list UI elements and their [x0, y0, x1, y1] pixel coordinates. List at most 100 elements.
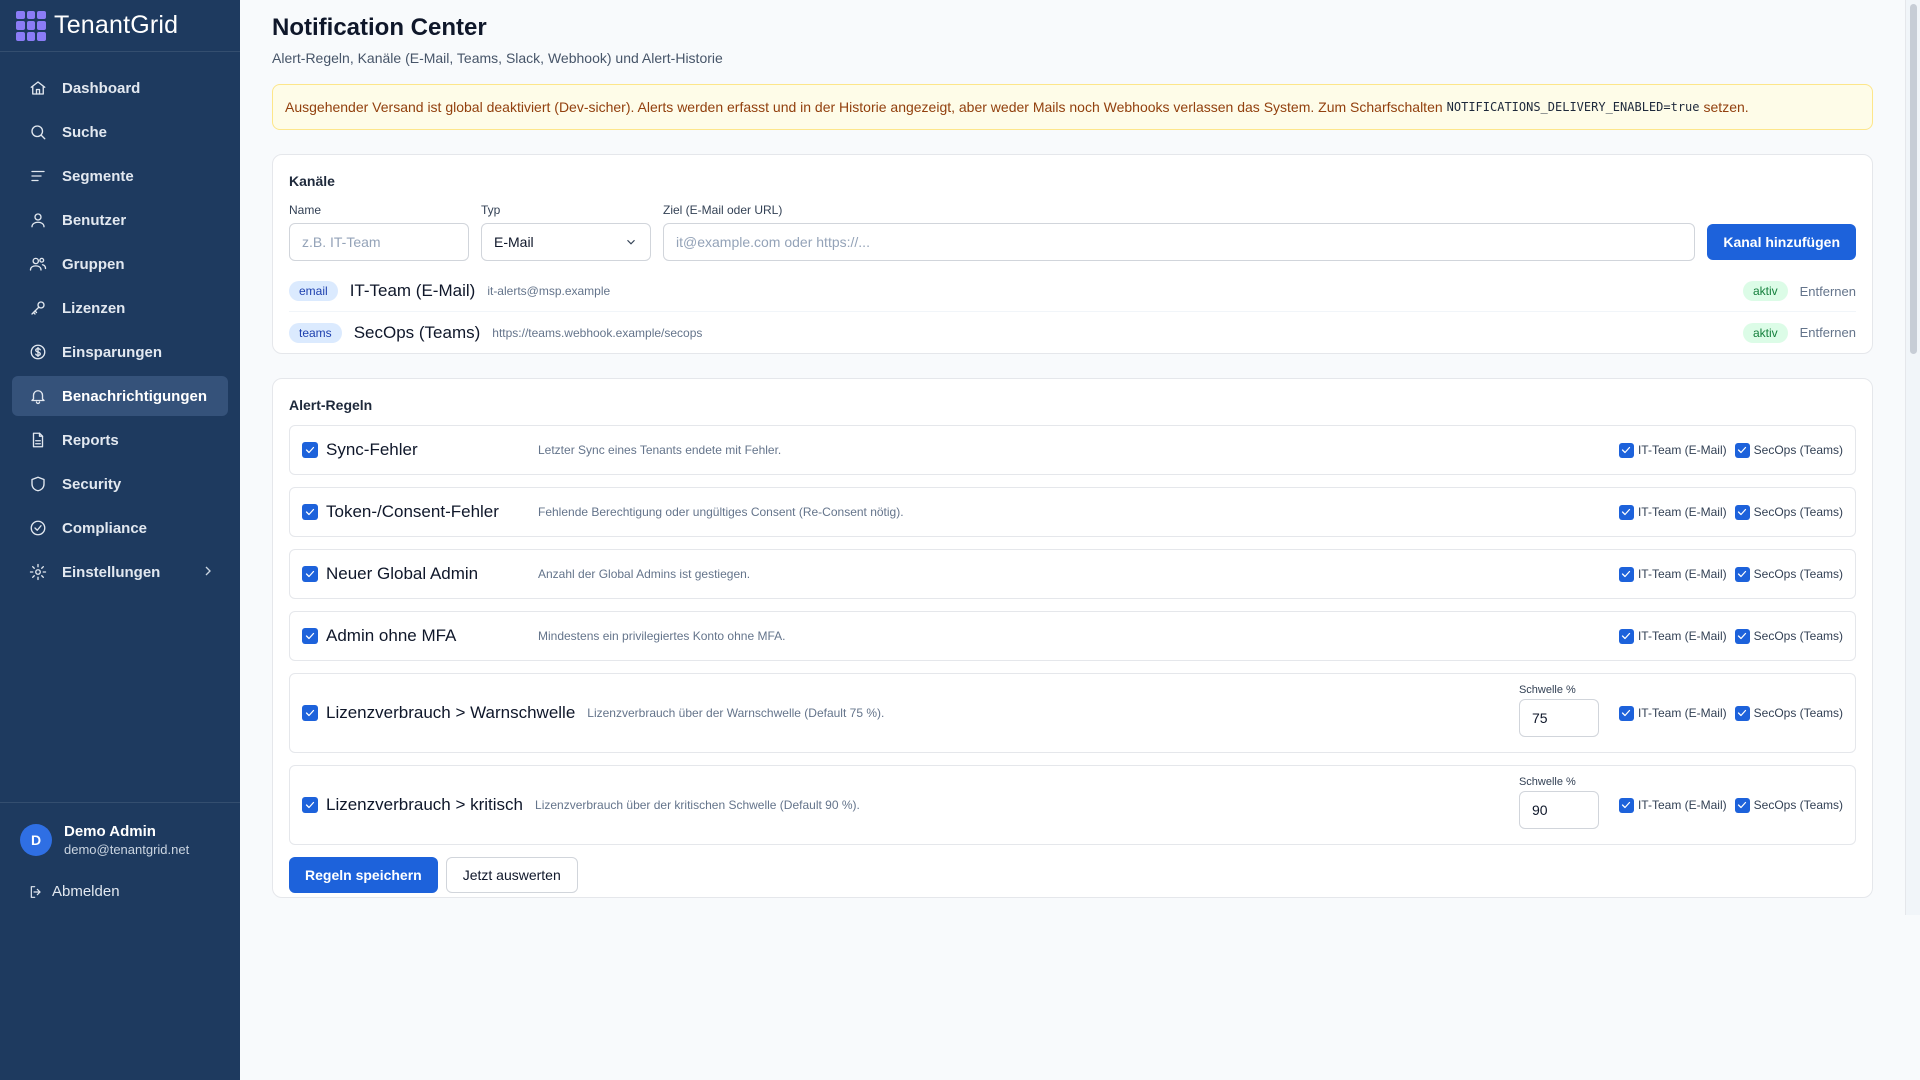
sidebar-item-label: Reports: [62, 431, 119, 449]
search-icon: [28, 122, 48, 142]
channel-label: SecOps (Teams): [1753, 629, 1843, 643]
check-icon: [1622, 508, 1631, 516]
rule-channel-it-team-checkbox[interactable]: IT-Team (E-Mail): [1618, 566, 1727, 582]
check-icon: [1738, 446, 1747, 454]
avatar: D: [20, 824, 52, 856]
rule-enabled-checkbox[interactable]: [302, 797, 318, 813]
rule-channel-it-team-checkbox[interactable]: IT-Team (E-Mail): [1618, 442, 1727, 458]
channel-target-input[interactable]: it@example.com oder https://...: [663, 223, 1696, 261]
check-icon: [1622, 801, 1631, 809]
sidebar-item-suche[interactable]: Suche: [12, 112, 228, 152]
rule-channel-secops-checkbox[interactable]: SecOps (Teams): [1734, 797, 1843, 813]
file-icon: [28, 430, 48, 450]
add-channel-button[interactable]: Kanal hinzufügen: [1707, 224, 1856, 260]
evaluate-now-button[interactable]: Jetzt auswerten: [445, 857, 578, 893]
scrollbar-thumb[interactable]: [1910, 4, 1917, 354]
channel-target: it-alerts@msp.example: [487, 284, 611, 298]
sidebar-item-benachrichtigungen[interactable]: Benachrichtigungen: [12, 376, 228, 416]
rule-row-license-critical: Lizenzverbrauch > kritisch Lizenzverbrau…: [289, 765, 1856, 845]
channel-row: email IT-Team (E-Mail) it-alerts@msp.exa…: [289, 271, 1856, 312]
channel-type-select[interactable]: E-Mail: [481, 223, 651, 261]
users-icon: [28, 254, 48, 274]
rule-description: Lizenzverbrauch über der kritischen Schw…: [535, 798, 860, 812]
rule-row-sync-fehler: Sync-Fehler Letzter Sync eines Tenants e…: [289, 425, 1856, 475]
rule-enabled-checkbox[interactable]: [302, 628, 318, 644]
threshold-field: Schwelle % 90: [1518, 776, 1599, 829]
home-icon: [28, 78, 48, 98]
channel-name-field: Name z.B. IT-Team: [289, 203, 469, 261]
channel-name-input[interactable]: z.B. IT-Team: [289, 223, 469, 261]
sidebar-item-compliance[interactable]: Compliance: [12, 508, 228, 548]
channel-name: IT-Team (E-Mail): [349, 281, 476, 300]
rule-channel-secops-checkbox[interactable]: SecOps (Teams): [1734, 442, 1843, 458]
user-row: D Demo Admin demo@tenantgrid.net: [20, 823, 220, 857]
main-scrollbar[interactable]: [1905, 0, 1920, 915]
rule-description: Lizenzverbrauch über der Warnschwelle (D…: [587, 706, 885, 720]
sidebar-item-security[interactable]: Security: [12, 464, 228, 504]
sidebar-item-segmente[interactable]: Segmente: [12, 156, 228, 196]
rule-enabled-checkbox[interactable]: [302, 442, 318, 458]
sidebar-item-einstellungen[interactable]: Einstellungen: [12, 552, 228, 592]
rule-row-token-consent: Token-/Consent-Fehler Fehlende Berechtig…: [289, 487, 1856, 537]
rule-channel-it-team-checkbox[interactable]: IT-Team (E-Mail): [1618, 705, 1727, 721]
threshold-input[interactable]: 90: [1518, 790, 1599, 829]
rule-description: Letzter Sync eines Tenants endete mit Fe…: [538, 443, 782, 457]
remove-channel-button[interactable]: Entfernen: [1800, 325, 1856, 340]
user-email: demo@tenantgrid.net: [64, 842, 190, 857]
channels-title: Kanäle: [289, 173, 335, 189]
chevron-right-icon: [200, 563, 218, 581]
rule-channel-it-team-checkbox[interactable]: IT-Team (E-Mail): [1618, 797, 1727, 813]
channels-card: Kanäle Name z.B. IT-Team Typ E-Mail Ziel…: [272, 154, 1873, 354]
brand[interactable]: TenantGrid: [0, 0, 240, 52]
sidebar-item-reports[interactable]: Reports: [12, 420, 228, 460]
remove-channel-button[interactable]: Entfernen: [1800, 284, 1856, 299]
logout-icon: [30, 885, 41, 898]
channel-target-label: Ziel (E-Mail oder URL): [663, 203, 783, 217]
save-rules-button[interactable]: Regeln speichern: [289, 857, 438, 893]
check-icon: [1738, 570, 1747, 578]
sidebar-item-label: Dashboard: [62, 79, 141, 97]
sidebar-item-einsparungen[interactable]: Einsparungen: [12, 332, 228, 372]
rule-description: Anzahl der Global Admins ist gestiegen.: [538, 567, 751, 581]
rule-enabled-checkbox[interactable]: [302, 705, 318, 721]
check-icon: [1622, 632, 1631, 640]
sidebar-item-dashboard[interactable]: Dashboard: [12, 68, 228, 108]
sidebar-item-gruppen[interactable]: Gruppen: [12, 244, 228, 284]
sidebar-item-lizenzen[interactable]: Lizenzen: [12, 288, 228, 328]
sidebar-item-benutzer[interactable]: Benutzer: [12, 200, 228, 240]
key-icon: [28, 298, 48, 318]
rule-enabled-checkbox[interactable]: [302, 504, 318, 520]
rule-channel-it-team-checkbox[interactable]: IT-Team (E-Mail): [1618, 628, 1727, 644]
banner-text-end: setzen.: [1703, 99, 1749, 115]
rules-actions: Regeln speichern Jetzt auswerten: [289, 857, 1856, 897]
rule-channel-secops-checkbox[interactable]: SecOps (Teams): [1734, 628, 1843, 644]
channel-label: IT-Team (E-Mail): [1637, 798, 1727, 812]
logout-button[interactable]: Abmelden: [20, 883, 220, 900]
sidebar-item-label: Benachrichtigungen: [62, 387, 208, 405]
threshold-field: Schwelle % 75: [1518, 683, 1599, 737]
user-icon: [28, 210, 48, 230]
rule-name: Sync-Fehler: [326, 440, 418, 459]
rule-channel-it-team-checkbox[interactable]: IT-Team (E-Mail): [1618, 504, 1727, 520]
check-icon: [1622, 446, 1631, 454]
page-subtitle: Alert-Regeln, Kanäle (E-Mail, Teams, Sla…: [272, 50, 723, 66]
sidebar-item-label: Einstellungen: [62, 563, 161, 581]
channel-label: IT-Team (E-Mail): [1637, 706, 1727, 720]
threshold-input[interactable]: 75: [1518, 698, 1599, 737]
check-icon: [305, 446, 315, 454]
threshold-label: Schwelle %: [1518, 683, 1576, 696]
banner-text: Ausgehender Versand ist global deaktivie…: [285, 99, 1443, 115]
sidebar-item-label: Gruppen: [62, 255, 125, 273]
channel-type-badge: email: [289, 281, 338, 301]
channel-list: email IT-Team (E-Mail) it-alerts@msp.exa…: [289, 271, 1856, 353]
sidebar-item-label: Compliance: [62, 519, 148, 537]
delivery-disabled-banner: Ausgehender Versand ist global deaktivie…: [272, 84, 1873, 130]
rule-channel-secops-checkbox[interactable]: SecOps (Teams): [1734, 566, 1843, 582]
rule-channel-secops-checkbox[interactable]: SecOps (Teams): [1734, 705, 1843, 721]
sidebar-item-label: Segmente: [62, 167, 134, 185]
rule-channel-secops-checkbox[interactable]: SecOps (Teams): [1734, 504, 1843, 520]
rule-enabled-checkbox[interactable]: [302, 566, 318, 582]
sidebar: TenantGrid Dashboard Suche Segmente Benu…: [0, 0, 240, 1080]
check-icon: [1738, 709, 1747, 717]
channel-label: IT-Team (E-Mail): [1637, 505, 1727, 519]
